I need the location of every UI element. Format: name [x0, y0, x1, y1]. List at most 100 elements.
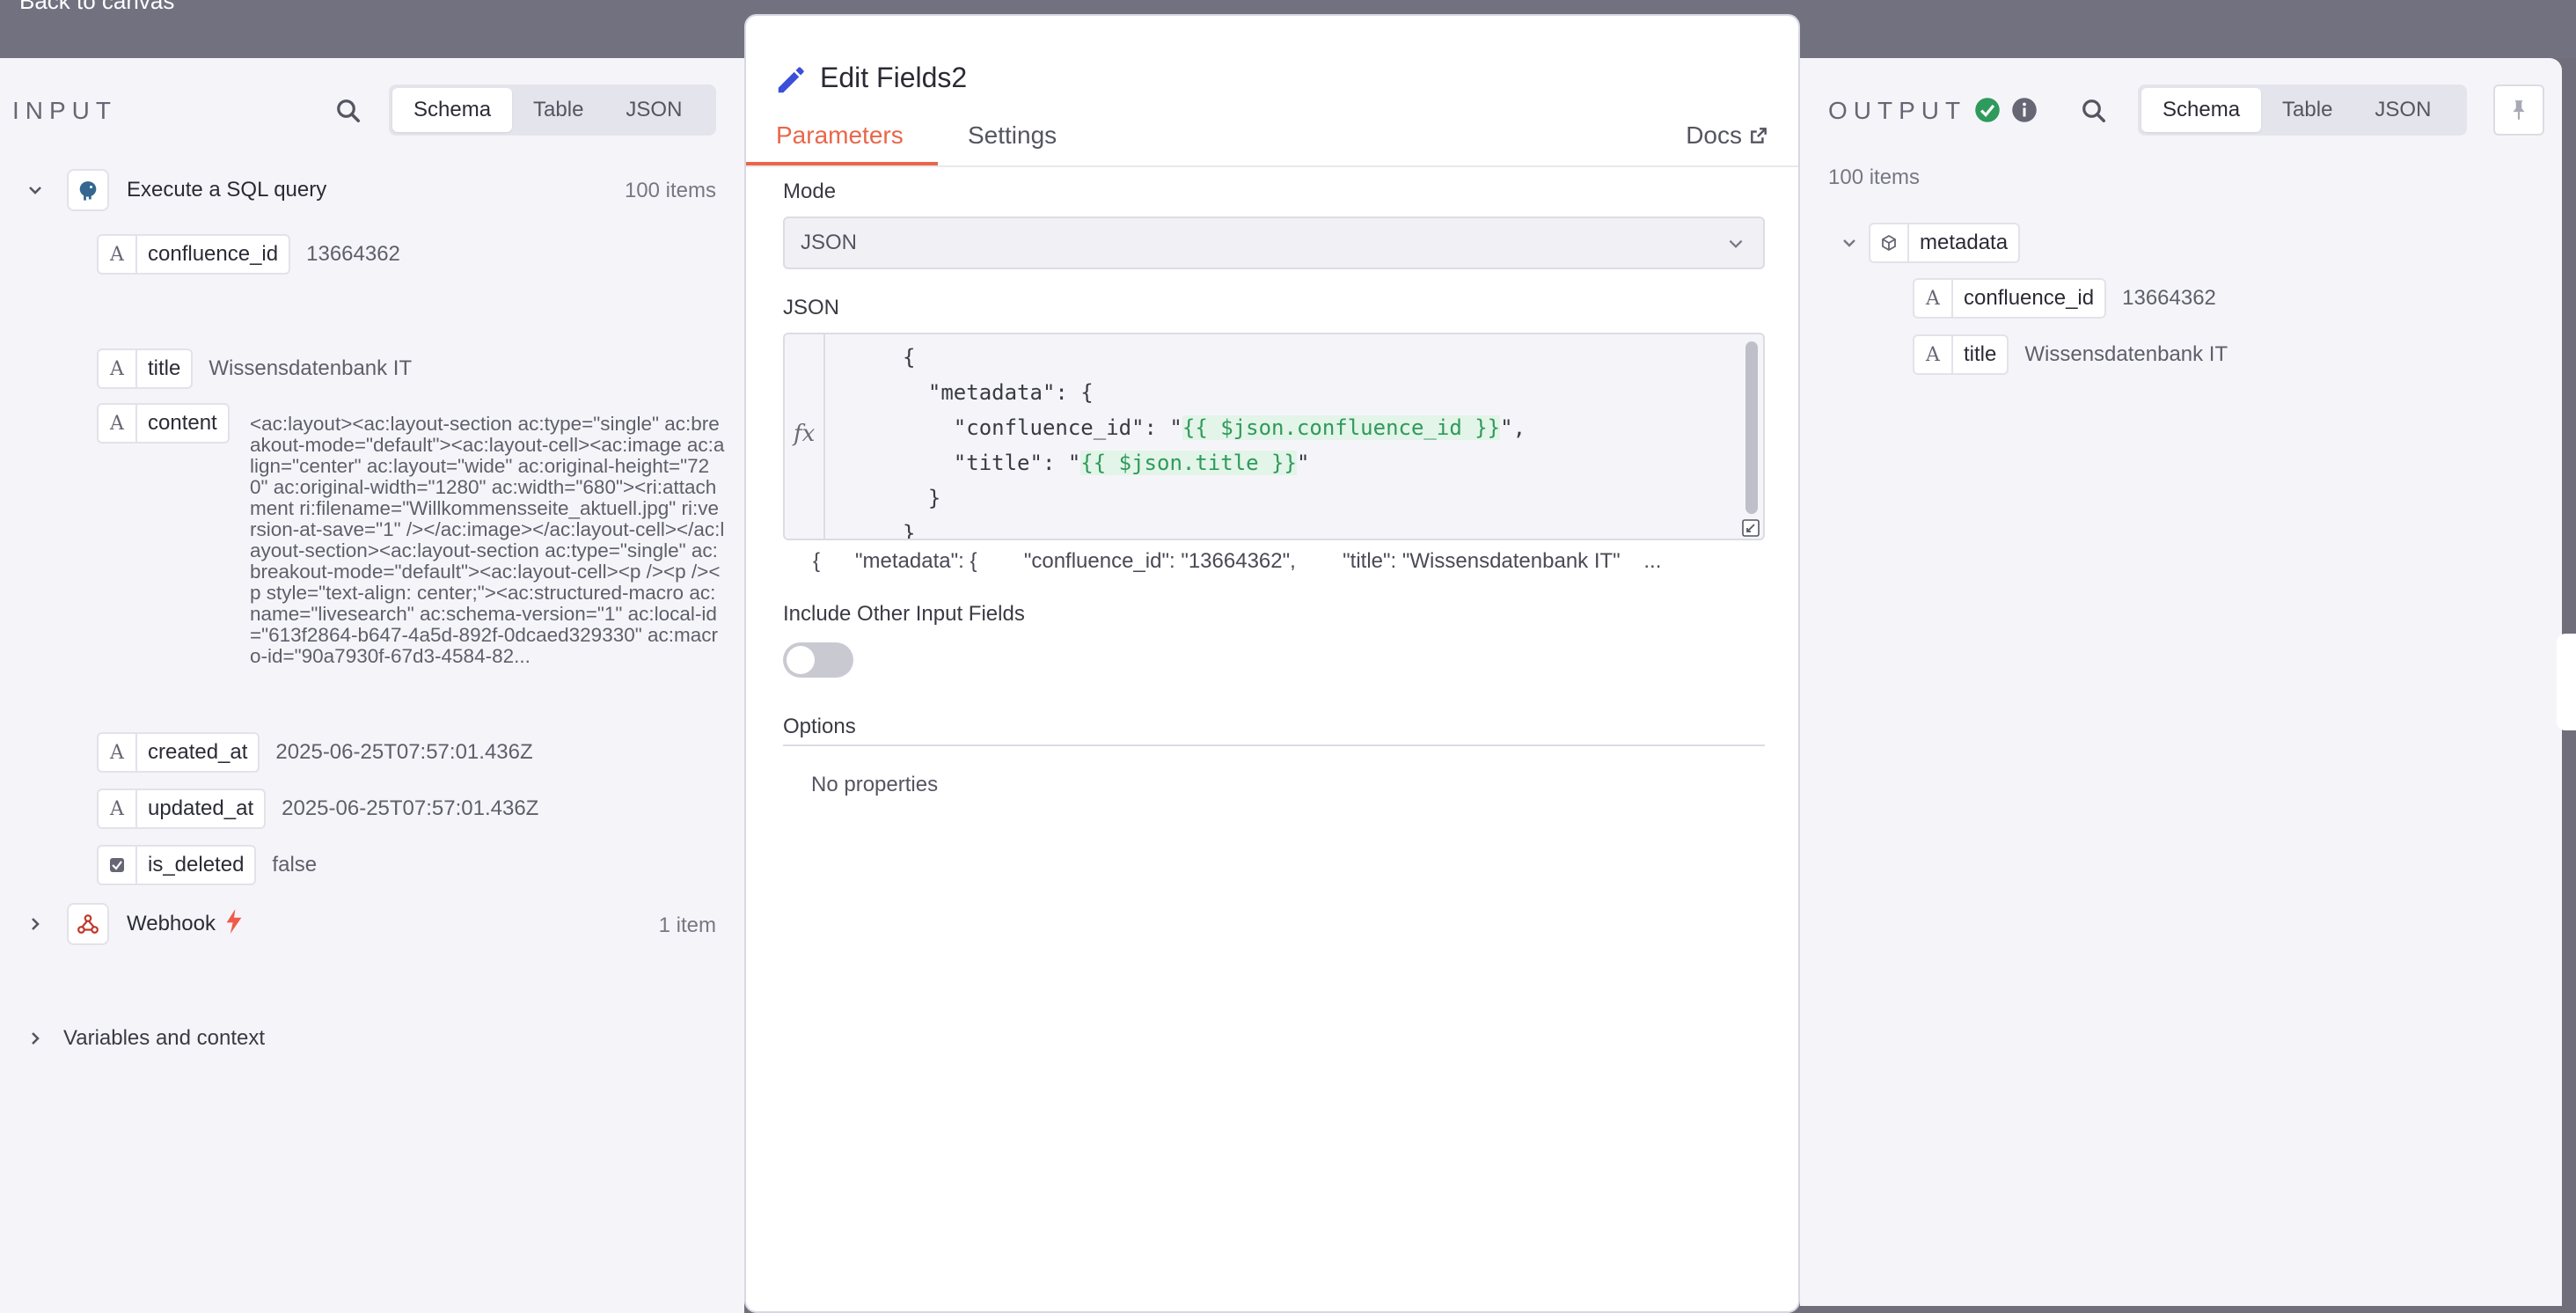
options-label: Options: [783, 715, 856, 738]
editor-scrollbar[interactable]: [1745, 341, 1758, 514]
fx-icon: fx: [794, 421, 816, 447]
chevron-right-icon[interactable]: [26, 1030, 44, 1047]
node-title[interactable]: Edit Fields2: [820, 62, 967, 94]
output-item-count: 100 items: [1828, 165, 1921, 189]
content-value: <ac:layout><ac:layout-section ac:type="s…: [250, 413, 725, 667]
variables-context-row[interactable]: Variables and context: [26, 1026, 265, 1051]
field-value: 13664362: [306, 242, 400, 266]
field-row-updated-at: Aupdated_at 2025-06-25T07:57:01.436Z: [97, 789, 538, 829]
input-view-tabs: Schema Table JSON: [389, 84, 716, 136]
output-tab-schema[interactable]: Schema: [2141, 88, 2262, 132]
trigger-bolt-icon: [226, 908, 242, 940]
field-chip: Atitle: [97, 348, 194, 389]
tab-parameters[interactable]: Parameters: [776, 121, 904, 150]
mode-select[interactable]: JSON: [783, 216, 1765, 269]
expression-highlight: {{ $json.confluence_id }}: [1182, 415, 1501, 440]
string-type-icon: A: [1914, 280, 1953, 317]
field-row-title-wrap: Atitle Wissensdatenbank IT: [97, 348, 412, 389]
output-field-row-title: Atitle Wissensdatenbank IT: [1913, 334, 2228, 375]
field-row-created-at: Acreated_at 2025-06-25T07:57:01.436Z: [97, 732, 533, 773]
field-value: Wissensdatenbank IT: [209, 356, 413, 380]
string-type-icon: A: [99, 350, 137, 387]
options-divider: [783, 745, 1765, 746]
docs-link[interactable]: Docs: [1686, 121, 1768, 150]
string-type-icon: A: [99, 790, 137, 827]
field-value: Wissensdatenbank IT: [2024, 342, 2228, 366]
pencil-icon: [778, 67, 804, 93]
field-value: 2025-06-25T07:57:01.436Z: [282, 796, 539, 820]
input-title: INPUT: [12, 97, 117, 124]
node-name: Execute a SQL query: [127, 178, 327, 202]
field-chip: Atitle: [1913, 334, 2009, 375]
output-title: OUTPUT: [1828, 97, 1967, 124]
tabs-divider: [746, 165, 1798, 167]
edit-fields-modal: Edit Fields2 Parameters Settings Docs Mo…: [744, 14, 1800, 1313]
postgres-elephant-icon: [67, 169, 109, 211]
output-panel: OUTPUT Schema Table JSON 100 items metad…: [1800, 58, 2562, 1306]
tab-settings[interactable]: Settings: [968, 121, 1057, 150]
object-chip: metadata: [1869, 223, 2021, 263]
boolean-checkbox-icon: [99, 847, 137, 884]
mode-label: Mode: [783, 180, 837, 203]
input-search-button[interactable]: [331, 93, 366, 128]
field-chip: Aupdated_at: [97, 789, 267, 829]
panel-resize-handle[interactable]: [2557, 634, 2576, 730]
input-panel: INPUT Schema Table JSON Execute a SQL qu…: [0, 58, 744, 1313]
chevron-right-icon[interactable]: [26, 915, 44, 933]
code-line: "confluence_id": "{{ $json.confluence_id…: [903, 415, 1526, 440]
chevron-down-icon[interactable]: [1841, 234, 1858, 252]
field-row-confluence-id: Aconfluence_id 13664362: [97, 234, 400, 275]
chevron-down-icon[interactable]: [26, 181, 44, 199]
field-value: 2025-06-25T07:57:01.436Z: [275, 740, 533, 764]
string-type-icon: A: [1914, 336, 1953, 373]
search-icon: [2082, 99, 2105, 122]
external-link-icon: [1751, 128, 1767, 143]
no-properties-text: No properties: [811, 773, 939, 796]
toggle-knob: [787, 646, 815, 674]
output-tab-table[interactable]: Table: [2261, 88, 2353, 132]
field-chip: Acreated_at: [97, 732, 260, 773]
field-row-content: Acontent: [97, 403, 230, 444]
field-chip: Aconfluence_id: [1913, 278, 2107, 319]
field-value: false: [272, 853, 318, 877]
active-tab-indicator: [746, 162, 938, 165]
node-row-webhook[interactable]: Webhook: [26, 903, 242, 945]
json-label: JSON: [783, 296, 840, 319]
node-row-sql[interactable]: Execute a SQL query: [26, 169, 326, 211]
pin-data-button[interactable]: [2493, 84, 2544, 136]
pin-icon: [2513, 100, 2525, 120]
output-object-row[interactable]: metadata: [1841, 222, 2021, 264]
node-item-count: 1 item: [658, 913, 716, 937]
variables-context-label: Variables and context: [63, 1026, 266, 1050]
code-line: }: [903, 486, 941, 510]
chevron-down-icon: [1729, 239, 1743, 248]
output-tab-json[interactable]: JSON: [2353, 88, 2452, 132]
code-line: "title": "{{ $json.title }}": [903, 451, 1310, 475]
output-search-button[interactable]: [2076, 93, 2111, 128]
input-tab-table[interactable]: Table: [512, 88, 604, 132]
input-tab-json[interactable]: JSON: [604, 88, 703, 132]
include-other-fields-toggle[interactable]: [783, 642, 853, 678]
object-cube-icon: [1870, 224, 1909, 261]
back-to-canvas-link[interactable]: Back to canvas: [19, 0, 174, 15]
field-value: 13664362: [2122, 286, 2216, 310]
string-type-icon: A: [99, 734, 137, 771]
code-line: {: [903, 345, 916, 370]
code-line: }: [903, 521, 916, 540]
string-type-icon: A: [99, 405, 137, 442]
json-code-editor[interactable]: fx { "metadata": { "confluence_id": "{{ …: [783, 333, 1765, 540]
output-view-tabs: Schema Table JSON: [2138, 84, 2467, 136]
include-other-fields-label: Include Other Input Fields: [783, 602, 1025, 626]
info-icon[interactable]: [2011, 97, 2038, 123]
json-result-preview: { "metadata": { "confluence_id": "136643…: [813, 549, 1662, 573]
string-type-icon: A: [99, 236, 137, 273]
node-name: Webhook: [127, 912, 216, 935]
expand-editor-icon[interactable]: [1742, 519, 1760, 537]
input-tab-schema[interactable]: Schema: [392, 88, 513, 132]
code-line: "metadata": {: [903, 380, 1094, 405]
field-chip: Acontent: [97, 403, 230, 444]
expression-gutter: fx: [785, 334, 825, 539]
output-field-row-confluence-id: Aconfluence_id 13664362: [1913, 278, 2216, 319]
webhook-icon: [67, 903, 109, 945]
node-item-count: 100 items: [624, 179, 716, 202]
